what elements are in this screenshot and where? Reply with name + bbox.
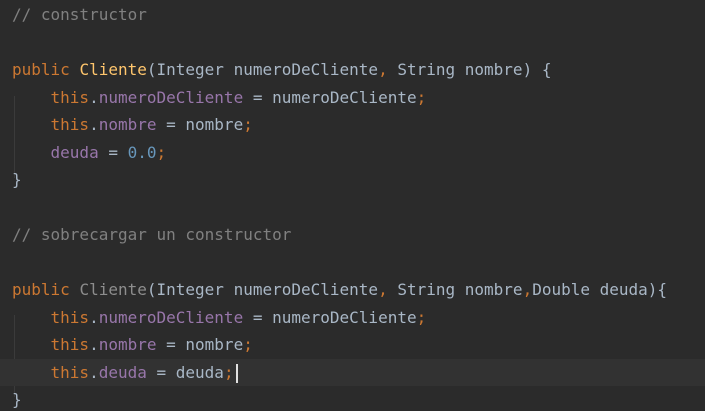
code-token: = nombre	[156, 335, 244, 354]
code-token: deuda	[50, 142, 99, 162]
code-token: Cliente	[79, 60, 147, 79]
code-line[interactable]: this.deuda = deuda;	[0, 358, 705, 386]
code-token: = numeroDeCliente	[243, 307, 417, 327]
code-editor[interactable]: // constructor public Cliente(Integer num…	[0, 0, 705, 411]
code-token: ;	[156, 142, 167, 162]
code-token: = nombre	[156, 115, 244, 134]
code-token: (Integer numeroDeCliente	[146, 280, 379, 299]
code-token: String nombre	[387, 280, 523, 299]
code-line[interactable]: // constructor	[0, 1, 705, 29]
code-token: .	[89, 115, 99, 134]
code-token: ;	[416, 87, 427, 107]
code-token: Cliente	[79, 280, 147, 299]
code-token: this	[50, 335, 90, 354]
code-token: }	[12, 390, 22, 409]
code-token: nombre	[98, 335, 157, 354]
code-token: deuda	[98, 362, 147, 382]
code-token: public	[12, 60, 70, 79]
code-token: ;	[416, 307, 427, 327]
code-line[interactable]: this.nombre = nombre;	[0, 331, 705, 359]
code-line[interactable]: this.nombre = nombre;	[0, 111, 705, 139]
code-token: numeroDeCliente	[98, 307, 244, 327]
code-line[interactable]: deuda = 0.0;	[0, 139, 705, 167]
code-token: this	[50, 362, 90, 382]
code-token: .	[89, 362, 99, 382]
code-token: 0.0	[127, 142, 157, 162]
code-line[interactable]: public Cliente(Integer numeroDeCliente, …	[0, 56, 705, 84]
code-line[interactable]: }	[0, 386, 705, 411]
code-line[interactable]: }	[0, 166, 705, 194]
code-token: // sobrecargar un constructor	[12, 225, 292, 244]
code-token: this	[50, 115, 90, 134]
code-line[interactable]	[0, 249, 705, 277]
code-token: }	[12, 170, 22, 189]
code-token: =	[98, 142, 128, 162]
code-token: Double deuda){	[532, 280, 668, 299]
code-token: public	[12, 280, 70, 299]
code-token: this	[50, 87, 90, 107]
code-token: = deuda	[146, 362, 224, 382]
code-token: String nombre) {	[387, 60, 552, 79]
code-line[interactable]: // sobrecargar un constructor	[0, 221, 705, 249]
code-token: ;	[243, 115, 253, 134]
code-line[interactable]	[0, 29, 705, 57]
code-token: (Integer numeroDeCliente	[146, 60, 379, 79]
code-token: ,	[522, 280, 533, 299]
code-token: nombre	[98, 115, 157, 134]
code-token: ,	[378, 60, 388, 79]
code-line[interactable]: this.numeroDeCliente = numeroDeCliente;	[0, 304, 705, 332]
code-line[interactable]	[0, 194, 705, 222]
code-token: this	[50, 307, 90, 327]
code-token: numeroDeCliente	[98, 87, 244, 107]
code-line[interactable]: this.numeroDeCliente = numeroDeCliente;	[0, 84, 705, 112]
code-token: ;	[243, 335, 253, 354]
code-token: .	[89, 335, 99, 354]
code-token: // constructor	[12, 5, 147, 24]
code-token: .	[89, 87, 99, 107]
text-caret	[235, 363, 238, 383]
code-token: ;	[223, 362, 234, 382]
code-token: ,	[378, 280, 388, 299]
code-token: .	[89, 307, 99, 327]
code-line[interactable]: public Cliente(Integer numeroDeCliente, …	[0, 276, 705, 304]
code-token: = numeroDeCliente	[243, 87, 417, 107]
